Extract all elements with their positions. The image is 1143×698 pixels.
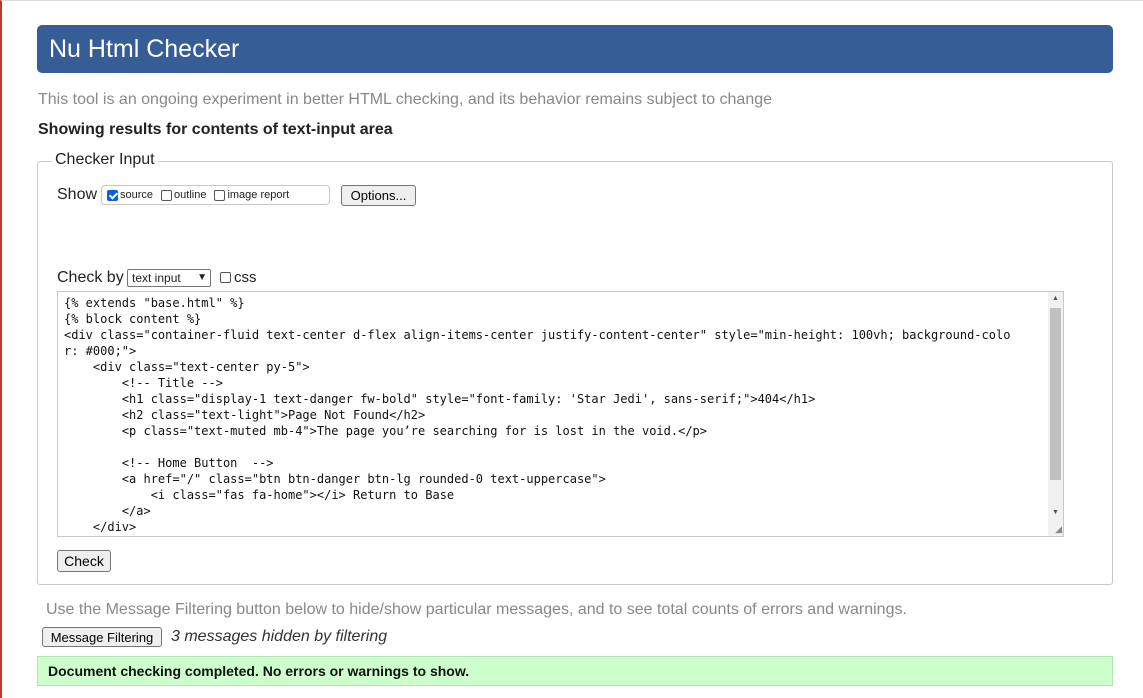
checker-input-legend: Checker Input (52, 151, 158, 169)
show-outline-option[interactable]: outline (161, 189, 206, 201)
message-filtering-button[interactable]: Message Filtering (42, 627, 162, 647)
filtering-note: Use the Message Filtering button below t… (46, 601, 907, 618)
css-option[interactable]: css (220, 269, 257, 286)
scroll-down-icon[interactable]: ▼ (1052, 509, 1059, 516)
check-by-label: Check by (57, 269, 124, 286)
results-heading: Showing results for contents of text-inp… (38, 121, 393, 138)
show-source-option[interactable]: source (107, 189, 153, 201)
options-button[interactable]: Options... (341, 185, 416, 206)
source-checkbox[interactable] (107, 189, 118, 201)
check-by-selected-value: text input (132, 271, 181, 285)
hidden-messages-count: 3 messages hidden by filtering (171, 628, 388, 645)
css-label: css (234, 269, 257, 286)
scrollbar-thumb[interactable] (1050, 308, 1061, 480)
show-label: Show (57, 186, 98, 203)
source-label: source (120, 189, 154, 201)
image-report-checkbox[interactable] (214, 189, 226, 201)
check-by-select[interactable]: text input ▼ (127, 269, 211, 287)
textarea-scrollbar[interactable]: ▲ ▼ (1048, 292, 1063, 536)
intro-text: This tool is an ongoing experiment in be… (38, 91, 773, 108)
show-options-group: source outline image report (101, 185, 330, 205)
outline-label: outline (174, 189, 207, 201)
chevron-down-icon: ▼ (197, 272, 207, 283)
resize-handle-icon[interactable]: ◢ (1055, 524, 1062, 535)
scroll-up-icon[interactable]: ▲ (1052, 295, 1059, 302)
show-image-report-option[interactable]: image report (214, 189, 289, 201)
source-textarea[interactable]: {% extends "base.html" %} {% block conte… (57, 291, 1064, 537)
check-button[interactable]: Check (57, 550, 111, 572)
image-report-label: image report (227, 189, 290, 201)
source-code[interactable]: {% extends "base.html" %} {% block conte… (58, 292, 1024, 535)
result-success-message: Document checking completed. No errors o… (37, 656, 1113, 686)
outline-checkbox[interactable] (161, 189, 173, 201)
page-title: Nu Html Checker (37, 25, 1113, 73)
css-checkbox[interactable] (220, 272, 231, 283)
